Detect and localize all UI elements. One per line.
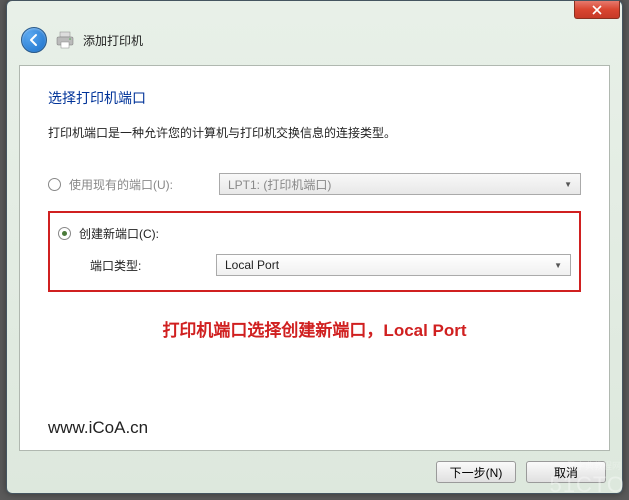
dropdown-existing-value: LPT1: (打印机端口) bbox=[228, 176, 331, 193]
content-panel: 选择打印机端口 打印机端口是一种允许您的计算机与打印机交换信息的连接类型。 使用… bbox=[19, 65, 610, 451]
dialog-footer: 下一步(N) 取消 bbox=[7, 451, 622, 493]
cancel-button[interactable]: 取消 bbox=[526, 461, 606, 483]
next-button[interactable]: 下一步(N) bbox=[436, 461, 516, 483]
section-title: 选择打印机端口 bbox=[48, 88, 581, 108]
option-create-label: 创建新端口(C): bbox=[79, 225, 229, 242]
dropdown-port-type-value: Local Port bbox=[225, 258, 279, 272]
option-create-new-port[interactable]: 创建新端口(C): bbox=[58, 225, 571, 242]
url-watermark: www.iCoA.cn bbox=[48, 418, 148, 438]
chevron-down-icon: ▼ bbox=[554, 261, 562, 270]
chevron-down-icon: ▼ bbox=[564, 180, 572, 189]
port-type-label: 端口类型: bbox=[90, 257, 216, 274]
option-existing-label: 使用现有的端口(U): bbox=[69, 176, 219, 193]
port-type-row: 端口类型: Local Port ▼ bbox=[58, 254, 571, 276]
radio-create[interactable] bbox=[58, 227, 71, 240]
close-icon bbox=[592, 5, 602, 15]
back-button[interactable] bbox=[21, 27, 47, 53]
dropdown-port-type[interactable]: Local Port ▼ bbox=[216, 254, 571, 276]
description-text: 打印机端口是一种允许您的计算机与打印机交换信息的连接类型。 bbox=[48, 124, 581, 141]
dialog-window: 添加打印机 选择打印机端口 打印机端口是一种允许您的计算机与打印机交换信息的连接… bbox=[6, 0, 623, 494]
dropdown-existing-port: LPT1: (打印机端口) ▼ bbox=[219, 173, 581, 195]
wizard-header: 添加打印机 bbox=[7, 21, 622, 65]
printer-icon bbox=[55, 31, 75, 49]
radio-existing[interactable] bbox=[48, 178, 61, 191]
arrow-left-icon bbox=[27, 33, 41, 47]
option-use-existing-port[interactable]: 使用现有的端口(U): LPT1: (打印机端口) ▼ bbox=[48, 173, 581, 195]
close-button[interactable] bbox=[574, 1, 620, 19]
highlight-box: 创建新端口(C): 端口类型: Local Port ▼ bbox=[48, 211, 581, 292]
wizard-title: 添加打印机 bbox=[83, 32, 143, 49]
titlebar bbox=[7, 1, 622, 21]
annotation-text: 打印机端口选择创建新端口，Local Port bbox=[48, 316, 581, 341]
